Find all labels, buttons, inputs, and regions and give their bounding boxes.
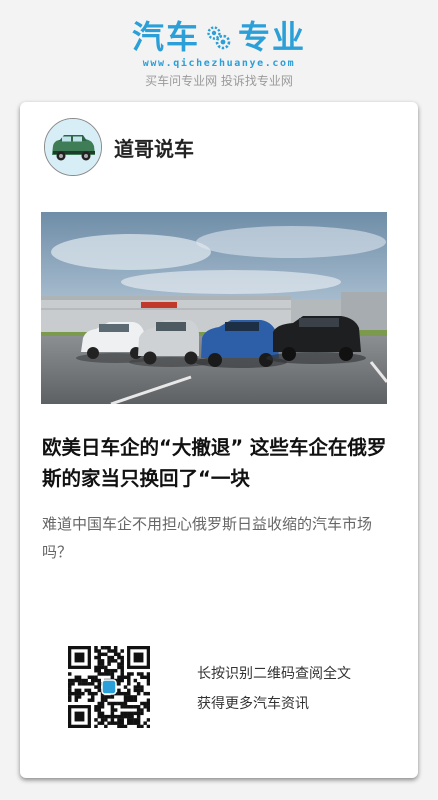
qr-code[interactable] (68, 646, 151, 729)
brand-logo: 汽车 专业 (0, 18, 438, 56)
qr-caption-line2: 获得更多汽车资讯 (197, 696, 309, 712)
qr-code-icon (68, 646, 151, 729)
brand-url[interactable]: www.qichezhuanye.com (0, 58, 438, 69)
car-avatar-icon (45, 119, 101, 175)
qr-caption-line1: 长按识别二维码查阅全文 (197, 666, 351, 682)
article-summary: 难道中国车企不用担心俄罗斯日益收缩的汽车市场吗？ (42, 515, 373, 561)
brand-header: 汽车 专业 www.qichezhuanye.com 买车问专业网 投诉找专业网 (0, 18, 438, 89)
author-info: 道哥说车 (44, 118, 194, 176)
cars-factory-photo (41, 212, 387, 404)
article-cover-image[interactable] (41, 212, 387, 404)
article-card[interactable]: 道哥说车 欧美日车企的“大撤退” 这些车企在俄罗斯的家当只换回了“一块 难道中国… (20, 102, 418, 778)
brand-name-right: 专业 (238, 18, 307, 56)
article-title[interactable]: 欧美日车企的“大撤退” 这些车企在俄罗斯的家当只换回了“一块 (42, 432, 392, 494)
brand-slogan: 买车问专业网 投诉找专业网 (145, 74, 293, 88)
gear-icon (207, 26, 231, 50)
qr-caption: 长按识别二维码查阅全文 获得更多汽车资讯 (197, 659, 351, 719)
author-name[interactable]: 道哥说车 (114, 133, 194, 162)
brand-name-left: 汽车 (131, 18, 200, 56)
avatar (44, 118, 102, 176)
